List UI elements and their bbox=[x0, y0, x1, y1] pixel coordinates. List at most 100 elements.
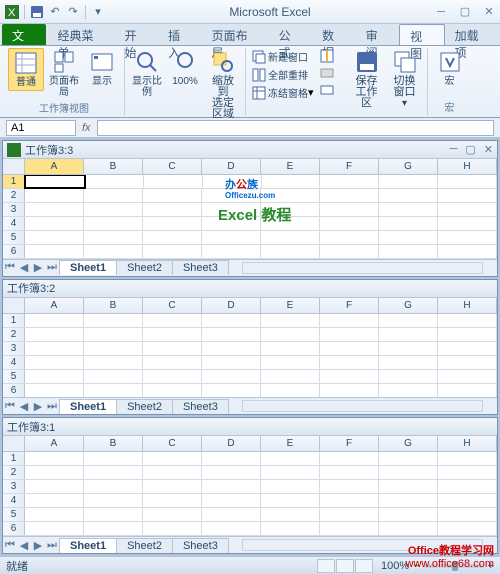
cell[interactable] bbox=[84, 314, 143, 327]
zoom-100-button[interactable]: 100% bbox=[167, 48, 203, 89]
cell[interactable] bbox=[25, 314, 84, 327]
cell[interactable] bbox=[85, 175, 144, 188]
sheet-nav-first[interactable]: ⏮ bbox=[3, 539, 17, 552]
cell[interactable] bbox=[25, 370, 84, 383]
cell[interactable] bbox=[143, 314, 202, 327]
cell[interactable] bbox=[379, 370, 438, 383]
cell[interactable] bbox=[438, 452, 497, 465]
cell[interactable] bbox=[261, 494, 320, 507]
column-header[interactable]: C bbox=[143, 159, 202, 174]
select-all-corner[interactable] bbox=[3, 436, 25, 451]
cell[interactable] bbox=[379, 452, 438, 465]
sheet-nav-prev[interactable]: ◀ bbox=[17, 261, 31, 274]
cell[interactable] bbox=[379, 356, 438, 369]
cell[interactable] bbox=[202, 217, 261, 230]
cell[interactable] bbox=[438, 217, 497, 230]
sheet-tab[interactable]: Sheet3 bbox=[172, 260, 229, 275]
column-header[interactable]: B bbox=[84, 298, 143, 313]
cell[interactable] bbox=[438, 384, 497, 397]
column-header[interactable]: G bbox=[379, 298, 438, 313]
row-header[interactable]: 3 bbox=[3, 203, 25, 216]
cell[interactable] bbox=[25, 452, 84, 465]
cell[interactable] bbox=[261, 245, 320, 258]
show-button[interactable]: 显示 bbox=[84, 48, 120, 89]
normal-view-shortcut[interactable] bbox=[317, 559, 335, 573]
undo-icon[interactable]: ↶ bbox=[47, 4, 63, 20]
cell[interactable] bbox=[202, 203, 261, 216]
tab-review[interactable]: 审阅 bbox=[356, 24, 400, 45]
cell[interactable] bbox=[202, 522, 261, 535]
cell[interactable] bbox=[144, 175, 203, 188]
cell[interactable] bbox=[320, 370, 379, 383]
cell[interactable] bbox=[25, 217, 84, 230]
cell[interactable] bbox=[261, 328, 320, 341]
cell[interactable] bbox=[379, 231, 438, 244]
zoom-in-button[interactable]: + bbox=[488, 560, 494, 572]
cell[interactable] bbox=[379, 203, 438, 216]
cell[interactable] bbox=[143, 328, 202, 341]
column-header[interactable]: E bbox=[261, 159, 320, 174]
cell[interactable] bbox=[320, 231, 379, 244]
wb-minimize-button[interactable]: ─ bbox=[450, 143, 458, 156]
cell[interactable] bbox=[320, 245, 379, 258]
cell[interactable] bbox=[438, 522, 497, 535]
column-header[interactable]: F bbox=[320, 298, 379, 313]
cell[interactable] bbox=[261, 314, 320, 327]
cell[interactable] bbox=[143, 384, 202, 397]
row-header[interactable]: 2 bbox=[3, 328, 25, 341]
row-header[interactable]: 4 bbox=[3, 217, 25, 230]
cell[interactable] bbox=[202, 189, 261, 202]
cell[interactable] bbox=[261, 370, 320, 383]
row-header[interactable]: 1 bbox=[3, 452, 25, 465]
cell[interactable] bbox=[84, 189, 143, 202]
column-header[interactable]: H bbox=[438, 159, 497, 174]
cell[interactable] bbox=[379, 480, 438, 493]
cell[interactable] bbox=[261, 342, 320, 355]
cell[interactable] bbox=[25, 508, 84, 521]
zoom-slider[interactable] bbox=[424, 564, 484, 568]
row-header[interactable]: 2 bbox=[3, 466, 25, 479]
cell[interactable] bbox=[320, 494, 379, 507]
select-all-corner[interactable] bbox=[3, 159, 25, 174]
cell[interactable] bbox=[262, 175, 321, 188]
cell[interactable] bbox=[25, 328, 84, 341]
cell[interactable] bbox=[143, 522, 202, 535]
cell[interactable] bbox=[143, 452, 202, 465]
sheet-nav-next[interactable]: ▶ bbox=[31, 400, 45, 413]
split-button[interactable] bbox=[318, 48, 338, 64]
cell[interactable] bbox=[84, 217, 143, 230]
row-header[interactable]: 6 bbox=[3, 384, 25, 397]
minimize-button[interactable]: ─ bbox=[434, 5, 448, 19]
sheet-nav-next[interactable]: ▶ bbox=[31, 261, 45, 274]
sheet-tab[interactable]: Sheet3 bbox=[172, 538, 229, 553]
sheet-tab[interactable]: Sheet1 bbox=[59, 399, 117, 414]
cell[interactable] bbox=[320, 342, 379, 355]
normal-view-button[interactable]: 普通 bbox=[8, 48, 44, 91]
row-header[interactable]: 2 bbox=[3, 189, 25, 202]
cell[interactable] bbox=[438, 494, 497, 507]
row-header[interactable]: 1 bbox=[3, 175, 25, 188]
cell[interactable] bbox=[202, 370, 261, 383]
sheet-tab[interactable]: Sheet2 bbox=[116, 260, 173, 275]
tab-addins[interactable]: 加载项 bbox=[445, 24, 500, 45]
sheet-tab[interactable]: Sheet2 bbox=[116, 538, 173, 553]
cell[interactable] bbox=[320, 189, 379, 202]
cell[interactable] bbox=[202, 480, 261, 493]
column-header[interactable]: F bbox=[320, 159, 379, 174]
freeze-panes-button[interactable]: 冻结窗格 ▾ bbox=[250, 84, 316, 101]
sheet-tab[interactable]: Sheet1 bbox=[59, 260, 117, 275]
unhide-button[interactable] bbox=[318, 82, 338, 98]
cell[interactable] bbox=[438, 175, 497, 188]
cell[interactable] bbox=[261, 508, 320, 521]
cell[interactable] bbox=[261, 466, 320, 479]
qat-dropdown-icon[interactable]: ▾ bbox=[90, 4, 106, 20]
page-layout-button[interactable]: 页面布局 bbox=[46, 48, 82, 100]
row-header[interactable]: 5 bbox=[3, 508, 25, 521]
wb-close-button[interactable]: ✕ bbox=[484, 143, 493, 156]
tab-view[interactable]: 视图 bbox=[399, 24, 445, 45]
cell[interactable] bbox=[143, 466, 202, 479]
cell[interactable] bbox=[379, 494, 438, 507]
wb-maximize-button[interactable]: ▢ bbox=[465, 143, 475, 156]
sheet-nav-last[interactable]: ⏭ bbox=[45, 539, 59, 552]
horizontal-scrollbar[interactable] bbox=[242, 400, 483, 412]
